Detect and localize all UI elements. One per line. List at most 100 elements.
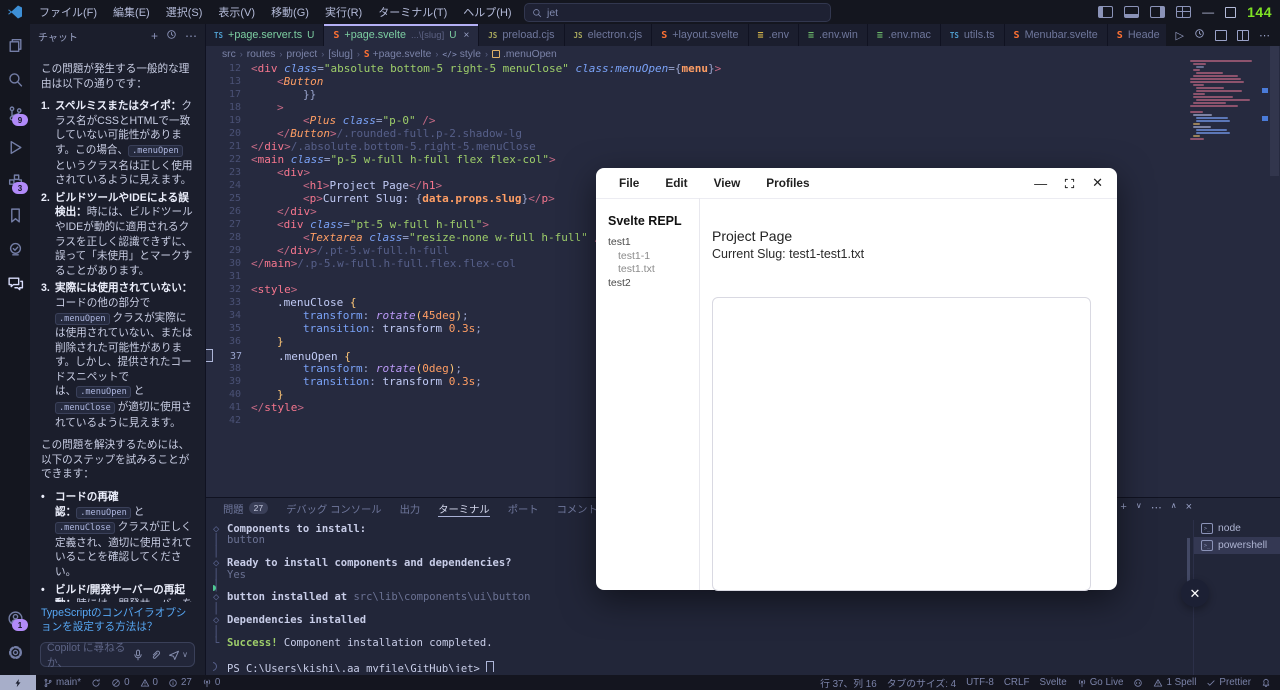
tree-item[interactable]: test1.txt (608, 263, 699, 277)
bookmarks-icon[interactable] (1, 200, 29, 230)
restore-icon[interactable] (1225, 6, 1237, 18)
app-menu-item[interactable]: File (606, 176, 652, 190)
extensions-icon[interactable]: 3 (1, 166, 29, 196)
breadcrumb-item[interactable]: project (286, 49, 317, 60)
source-control-icon[interactable]: 9 (1, 98, 29, 128)
tree-item[interactable]: test1-1 (608, 250, 699, 264)
toggle-secondary-sidebar-icon[interactable] (1150, 6, 1166, 18)
breadcrumb-item[interactable]: style (460, 49, 481, 60)
git-branch[interactable]: main* (38, 675, 86, 690)
indentation[interactable]: タブのサイズ: 4 (882, 676, 961, 690)
breadcrumb[interactable]: src › routes › project › [slug] › S +page.svelte ›… (205, 46, 1280, 62)
language-mode[interactable]: Svelte (1034, 677, 1071, 688)
cursor-position[interactable]: 行 37、列 16 (815, 676, 882, 690)
open-changes-icon[interactable] (1215, 29, 1227, 41)
menu-item[interactable]: 移動(G) (263, 4, 317, 20)
app-textarea[interactable] (712, 297, 1091, 591)
prettier[interactable]: Prettier (1201, 677, 1256, 688)
editor-tab[interactable]: S Heade (1107, 24, 1170, 46)
editor-more-icon[interactable]: ⋯ (1259, 29, 1270, 42)
attach-icon[interactable] (150, 649, 162, 661)
eol[interactable]: CRLF (999, 677, 1035, 688)
menu-item[interactable]: 表示(V) (210, 4, 263, 20)
explorer-icon[interactable] (1, 30, 29, 60)
git-sync[interactable] (86, 675, 106, 690)
editor-tab[interactable]: ≡ .env.win (799, 24, 868, 46)
app-fullscreen-icon[interactable] (1064, 178, 1075, 189)
mic-icon[interactable] (132, 649, 144, 661)
editor-tab[interactable]: JS preload.cjs (479, 24, 565, 46)
command-center-search[interactable]: jet (524, 3, 831, 22)
breadcrumb-item[interactable]: [slug] (328, 49, 353, 60)
toggle-panel-icon[interactable] (1124, 6, 1140, 18)
chat-history-icon[interactable] (166, 29, 177, 43)
editor-tab[interactable]: TS +page.server.ts U (205, 24, 325, 46)
encoding[interactable]: UTF-8 (961, 677, 999, 688)
split-editor-icon[interactable] (1237, 29, 1249, 41)
panel-tab[interactable]: ターミナル (430, 498, 497, 518)
editor-tab[interactable]: JS electron.cjs (564, 24, 653, 46)
panel-tab[interactable]: デバッグ コンソール (278, 498, 390, 518)
chat-more-icon[interactable]: ⋯ (185, 29, 197, 43)
infos[interactable]: 27 (163, 675, 197, 690)
menu-item[interactable]: ヘルプ(H) (455, 4, 519, 20)
editor-tab[interactable]: ≡ .env (748, 24, 799, 46)
new-chat-icon[interactable]: + (151, 29, 158, 43)
settings-gear-icon[interactable] (1, 637, 29, 667)
breadcrumb-item[interactable]: +page.svelte (373, 49, 432, 60)
editor-tab[interactable]: S +page.svelte ...\[slug] U × (324, 24, 480, 46)
tab-close-icon[interactable]: × (463, 30, 469, 41)
new-terminal-icon[interactable]: + (1120, 501, 1126, 514)
breadcrumb-item[interactable]: src (222, 49, 236, 60)
testing-icon[interactable] (1, 234, 29, 264)
tree-item[interactable]: test2 (608, 277, 699, 291)
minimize-icon[interactable]: — (1202, 5, 1214, 19)
editor-scrollbar[interactable] (1270, 46, 1279, 176)
notifications[interactable] (1256, 678, 1276, 688)
menu-fab-button[interactable]: ✕ (1181, 579, 1209, 607)
panel-tab[interactable]: ポート (500, 498, 547, 518)
app-menu-item[interactable]: View (701, 176, 754, 190)
terminal-dropdown-icon[interactable]: ∨ (1136, 501, 1142, 514)
panel-more-icon[interactable]: ⋯ (1151, 501, 1162, 514)
terminal-instance[interactable]: >_ node (1194, 520, 1280, 537)
minimap[interactable] (1190, 60, 1254, 144)
go-live[interactable]: Go Live (1072, 677, 1129, 688)
editor-tab[interactable]: S +layout.svelte (652, 24, 749, 46)
menu-item[interactable]: 編集(E) (105, 4, 158, 20)
send-options-chevron-icon[interactable]: ∨ (182, 650, 188, 659)
panel-tab[interactable]: 出力 (392, 498, 429, 518)
app-close-icon[interactable]: ✕ (1092, 175, 1103, 191)
run-file-icon[interactable]: ▷ (1176, 29, 1184, 42)
errors[interactable]: 0 (106, 675, 134, 690)
toggle-sidebar-icon[interactable] (1098, 6, 1114, 18)
warnings[interactable]: 0 (135, 675, 163, 690)
editor-tab[interactable]: S Menubar.svelte (1004, 24, 1108, 46)
account-icon[interactable]: 1 (1, 603, 29, 633)
menu-item[interactable]: ターミナル(T) (370, 4, 455, 20)
timeline-icon[interactable] (1194, 28, 1205, 42)
remote-indicator[interactable] (0, 675, 36, 690)
app-menu-item[interactable]: Profiles (753, 176, 822, 190)
app-menu-item[interactable]: Edit (652, 176, 700, 190)
app-minimize-icon[interactable]: — (1034, 176, 1047, 191)
spell-checker[interactable]: 1 Spell (1148, 677, 1201, 688)
panel-tab[interactable]: 問題 27 (215, 498, 276, 518)
breadcrumb-item[interactable]: .menuOpen (503, 49, 557, 60)
editor-tab[interactable]: TS utils.ts (940, 24, 1005, 46)
chat-icon[interactable] (1, 268, 29, 298)
chat-input[interactable]: Copilot に尋ねるか、 ∨ (40, 642, 195, 669)
search-icon[interactable] (1, 64, 29, 94)
breadcrumb-item[interactable]: routes (247, 49, 276, 60)
menu-item[interactable]: 選択(S) (158, 4, 211, 20)
menu-item[interactable]: ファイル(F) (31, 4, 105, 20)
ports[interactable]: 0 (197, 675, 225, 690)
terminal-instance[interactable]: >_ powershell (1194, 537, 1280, 554)
chat-followup-suggestion[interactable]: TypeScriptのコンパイラオプションを設定する方法は？ (30, 602, 205, 640)
maximize-panel-icon[interactable]: ∧ (1171, 501, 1177, 514)
tree-item[interactable]: test1 (608, 236, 699, 250)
customize-layout-icon[interactable] (1176, 6, 1192, 18)
send-icon[interactable] (168, 649, 180, 661)
editor-tab[interactable]: ≡ .env.mac (867, 24, 941, 46)
close-panel-icon[interactable]: × (1186, 501, 1192, 514)
